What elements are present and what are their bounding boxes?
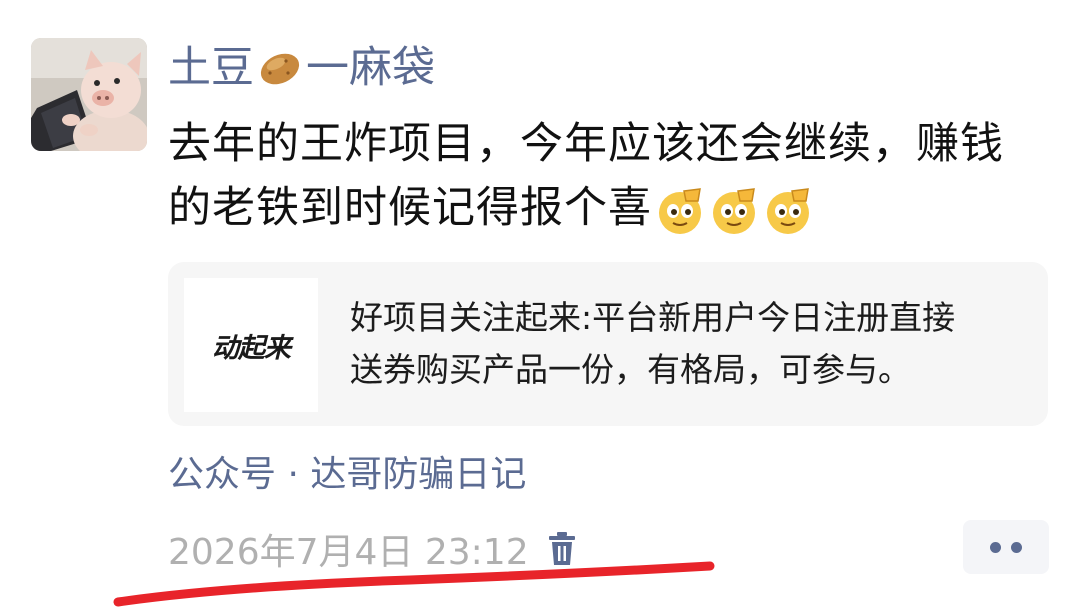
- more-dots-icon: [990, 541, 1001, 553]
- more-actions-button[interactable]: [963, 520, 1049, 574]
- salute-face-emoji-icon: [767, 187, 809, 234]
- potato-icon: [260, 53, 300, 85]
- salute-face-emoji-icon: [659, 187, 701, 234]
- salute-face-emoji-icon: [713, 187, 755, 234]
- card-title-line-1: 好项目关注起来:平台新用户今日注册直接: [350, 298, 956, 337]
- more-dots-icon: [1011, 541, 1022, 553]
- avatar[interactable]: [31, 38, 147, 151]
- card-title: 好项目关注起来:平台新用户今日注册直接 送券购买产品一份，有格局，可参与。: [350, 292, 1040, 396]
- author-name-suffix: 一麻袋: [306, 43, 435, 93]
- card-title-line-2: 送券购买产品一份，有格局，可参与。: [350, 350, 911, 389]
- red-underline-annotation: [113, 561, 715, 607]
- author-name[interactable]: 土豆 一麻袋: [168, 40, 435, 96]
- card-thumbnail-logo: 动起来: [212, 332, 291, 364]
- author-name-prefix: 土豆: [168, 43, 254, 93]
- post-text-line-2: 的老铁到时候记得报个喜: [168, 176, 1058, 240]
- post-text-line-1: 去年的王炸项目，今年应该还会继续，赚钱: [168, 119, 1004, 169]
- emoji-row: [654, 185, 814, 237]
- post-text: 去年的王炸项目，今年应该还会继续，赚钱 的老铁到时候记得报个喜: [168, 112, 1058, 240]
- card-thumbnail: 动起来: [184, 278, 318, 412]
- shared-article-card[interactable]: 动起来 好项目关注起来:平台新用户今日注册直接 送券购买产品一份，有格局，可参与…: [168, 262, 1048, 426]
- pig-avatar-image: [31, 38, 147, 151]
- source-account-link[interactable]: 公众号 · 达哥防骗日记: [168, 449, 526, 501]
- post-text-line-2-text: 的老铁到时候记得报个喜: [168, 183, 652, 233]
- moment-post: 土豆 一麻袋 去年的王炸项目，今年应该还会继续，赚钱 的老铁到时候记得报个喜 动…: [0, 0, 1080, 612]
